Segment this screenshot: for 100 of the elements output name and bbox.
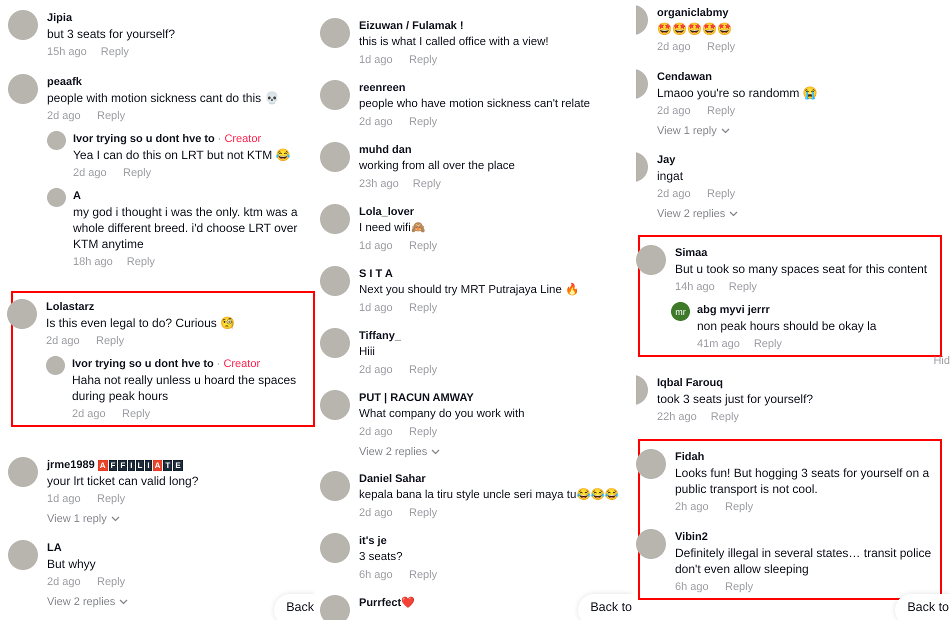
username[interactable]: Daniel Sahar — [359, 471, 426, 487]
avatar[interactable] — [47, 131, 66, 150]
avatar[interactable] — [320, 471, 350, 501]
avatar[interactable] — [46, 356, 65, 375]
reply-link[interactable]: Reply — [96, 332, 124, 350]
comment-time: 2d ago — [657, 104, 692, 119]
avatar[interactable] — [320, 533, 350, 563]
comment-time: 2d ago — [47, 109, 82, 124]
reply-link[interactable]: Reply — [707, 102, 736, 120]
view-replies-button[interactable]: View 2 replies — [359, 444, 440, 460]
back-to-top-button[interactable]: Back to — [895, 594, 950, 620]
reply-link[interactable]: Reply — [100, 43, 129, 61]
username[interactable]: muhd dan — [359, 142, 412, 158]
comment-time: 2d ago — [359, 363, 394, 378]
username[interactable]: Tiffany_ — [359, 328, 401, 344]
avatar[interactable] — [320, 390, 350, 420]
username[interactable]: reenreen — [359, 80, 406, 96]
reply-link[interactable]: Reply — [123, 164, 152, 182]
reply-link[interactable]: Reply — [409, 51, 438, 69]
username[interactable]: Eizuwan / Fulamak ! — [359, 18, 464, 34]
reply-link[interactable]: Reply — [725, 498, 754, 516]
reply-link[interactable]: Reply — [409, 237, 438, 255]
reply-link[interactable]: Reply — [97, 490, 126, 508]
username[interactable]: Vibin2 — [675, 529, 708, 545]
back-to-top-button[interactable]: Back — [274, 594, 315, 620]
view-replies-button[interactable]: View 2 replies — [657, 206, 738, 222]
username[interactable]: Lolastarz — [46, 299, 94, 315]
avatar[interactable] — [47, 188, 66, 207]
comment-time: 2d ago — [72, 407, 107, 422]
reply-link[interactable]: Reply — [97, 107, 126, 125]
username[interactable]: abg myvi jerrr — [697, 302, 770, 318]
username[interactable]: jrme1989 — [47, 457, 95, 473]
username[interactable]: Ivor trying so u dont hve to — [73, 131, 215, 147]
comment-time: 18h ago — [73, 255, 113, 270]
reply-link[interactable]: Reply — [710, 408, 739, 426]
reply-link[interactable]: Reply — [409, 361, 438, 379]
view-replies-button[interactable]: View 1 reply — [657, 123, 730, 139]
avatar[interactable] — [320, 266, 350, 296]
avatar[interactable] — [320, 204, 350, 234]
comment-text: Yea I can do this on LRT but not KTM 😂 — [73, 147, 292, 163]
avatar[interactable] — [320, 595, 350, 620]
comment-text: What company do you work with — [359, 407, 526, 422]
username[interactable]: S I T A — [359, 266, 393, 282]
username[interactable]: Lola_lover — [359, 204, 414, 220]
avatar[interactable] — [8, 457, 38, 487]
reply-link[interactable]: Reply — [126, 253, 155, 271]
reply-link[interactable]: Reply — [122, 405, 150, 423]
username[interactable]: peaafk — [47, 74, 82, 90]
reply-link[interactable]: Reply — [707, 185, 736, 203]
comment-time: 2h ago — [675, 500, 710, 515]
username[interactable]: LA — [47, 540, 62, 556]
username[interactable]: Cendawan — [657, 69, 712, 85]
avatar[interactable] — [636, 449, 666, 479]
comment-text: But u took so many spaces seat for this content — [675, 261, 928, 277]
chevron-down-icon — [720, 128, 730, 134]
reply-link[interactable]: Reply — [409, 504, 438, 522]
avatar[interactable] — [8, 74, 38, 104]
avatar[interactable] — [8, 10, 38, 40]
reply-link[interactable]: Reply — [409, 299, 438, 317]
avatar[interactable] — [320, 142, 350, 172]
reply-link[interactable]: Reply — [409, 566, 438, 584]
avatar[interactable] — [7, 299, 37, 329]
avatar[interactable] — [320, 80, 350, 110]
comment-text: Haha not really unless u hoard the spaces during peak hours — [72, 372, 298, 404]
reply-link[interactable]: Reply — [97, 573, 126, 591]
reply-link[interactable]: Reply — [754, 335, 782, 353]
avatar[interactable] — [8, 540, 38, 570]
back-to-top-button[interactable]: Back to — [578, 594, 633, 620]
username[interactable]: it's je — [359, 533, 387, 549]
avatar[interactable]: mr — [671, 302, 690, 321]
comment-time: 15h ago — [47, 45, 87, 60]
comment-time: 2d ago — [47, 575, 82, 590]
username[interactable]: Iqbal Farouq — [657, 375, 723, 391]
comment-time: 23h ago — [359, 177, 399, 192]
username[interactable]: organiclabmy — [657, 5, 729, 21]
username[interactable]: Purrfect❤ — [359, 595, 416, 611]
view-replies-button[interactable]: View 2 replies — [47, 594, 128, 610]
avatar[interactable] — [636, 245, 666, 275]
reply-link[interactable]: Reply — [707, 38, 736, 56]
comment-time: 14h ago — [675, 280, 715, 295]
avatar[interactable] — [636, 529, 666, 559]
username[interactable]: Jay — [657, 152, 676, 168]
comment-time: 2d ago — [359, 425, 394, 440]
view-replies-button[interactable]: View 1 reply — [47, 511, 120, 527]
reply-link[interactable]: Reply — [412, 175, 441, 193]
comment-time: 2d ago — [73, 166, 108, 181]
username[interactable]: Simaa — [675, 245, 708, 261]
username[interactable]: Jipia — [47, 10, 72, 26]
reply-link[interactable]: Reply — [728, 278, 757, 296]
username[interactable]: PUT | RACUN AMWAY — [359, 390, 474, 406]
username[interactable]: A — [73, 188, 81, 204]
avatar[interactable] — [320, 328, 350, 358]
username[interactable]: Ivor trying so u dont hve to — [72, 356, 214, 372]
creator-label: Creator — [223, 357, 260, 372]
reply-link[interactable]: Reply — [725, 578, 754, 596]
username[interactable]: Fidah — [675, 449, 704, 465]
hide-link[interactable]: Hid — [933, 355, 950, 367]
reply-link[interactable]: Reply — [409, 423, 438, 441]
avatar[interactable] — [320, 18, 350, 48]
reply-link[interactable]: Reply — [409, 113, 438, 131]
